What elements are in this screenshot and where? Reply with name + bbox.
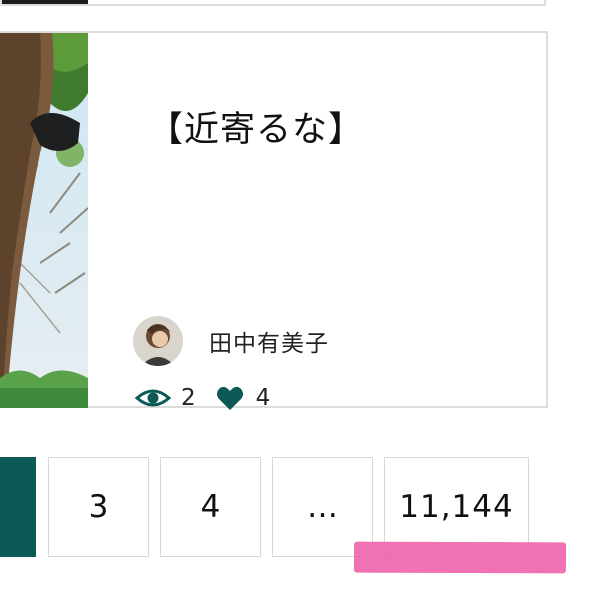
article-card[interactable]: 【近寄るな】 田中有美子 2 4	[0, 31, 548, 411]
article-stats: 2 4	[135, 385, 270, 411]
author-avatar[interactable]	[133, 316, 183, 366]
article-thumbnail[interactable]	[0, 33, 88, 408]
views-count: 2	[181, 385, 196, 411]
page-button-3[interactable]: 3	[48, 457, 149, 557]
heart-icon[interactable]	[216, 385, 244, 411]
article-title[interactable]: 【近寄るな】	[148, 101, 364, 152]
likes-count: 4	[255, 385, 271, 411]
page-ellipsis: …	[272, 457, 373, 557]
author-name[interactable]: 田中有美子	[209, 324, 329, 358]
eye-icon	[135, 389, 171, 407]
page-button-4[interactable]: 4	[160, 457, 261, 557]
last-page-button[interactable]: 11,144	[384, 457, 529, 557]
page: 【近寄るな】 田中有美子 2 4 3 4 … 11,144	[0, 0, 600, 600]
author-info[interactable]: 田中有美子	[133, 316, 329, 366]
previous-article-card[interactable]	[0, 0, 546, 6]
current-page-button[interactable]	[0, 457, 36, 557]
previous-article-thumbnail[interactable]	[2, 0, 88, 4]
